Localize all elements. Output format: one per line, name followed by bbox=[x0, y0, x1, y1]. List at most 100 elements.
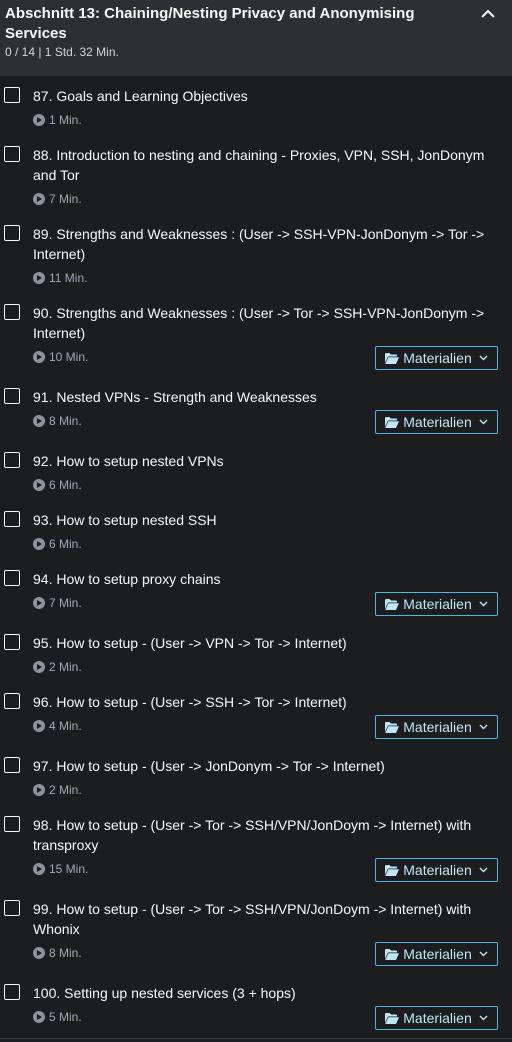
resources-dropdown-button[interactable]: Materialien bbox=[375, 592, 498, 616]
resources-label: Materialien bbox=[403, 350, 472, 366]
lecture-duration-text: 11 Min. bbox=[49, 271, 88, 285]
play-circle-icon bbox=[33, 193, 45, 205]
play-circle-icon bbox=[33, 415, 45, 427]
divider bbox=[0, 1038, 512, 1039]
lecture-complete-checkbox[interactable] bbox=[4, 146, 20, 162]
lecture-duration-text: 2 Min. bbox=[49, 660, 82, 674]
lecture-duration-text: 15 Min. bbox=[49, 862, 89, 876]
lecture-complete-checkbox[interactable] bbox=[4, 693, 20, 709]
lecture-duration: 7 Min. bbox=[33, 192, 82, 206]
resources-label: Materialien bbox=[403, 862, 472, 878]
lecture-complete-checkbox[interactable] bbox=[4, 900, 20, 916]
resources-dropdown-button[interactable]: Materialien bbox=[375, 410, 498, 434]
lecture-duration: 8 Min. bbox=[33, 414, 82, 428]
lecture-title[interactable]: 100. Setting up nested services (3 + hop… bbox=[33, 983, 490, 1003]
lecture-title[interactable]: 87. Goals and Learning Objectives bbox=[33, 86, 490, 106]
chevron-up-icon[interactable] bbox=[478, 6, 498, 22]
chevron-down-icon bbox=[479, 724, 488, 730]
lecture-duration: 8 Min. bbox=[33, 946, 82, 960]
play-circle-icon bbox=[33, 538, 45, 550]
lecture-complete-checkbox[interactable] bbox=[4, 816, 20, 832]
lecture-title[interactable]: 97. How to setup - (User -> JonDonym -> … bbox=[33, 756, 490, 776]
lecture-duration: 4 Min. bbox=[33, 719, 82, 733]
lecture-duration: 10 Min. bbox=[33, 350, 88, 364]
chevron-down-icon bbox=[479, 867, 488, 873]
lecture-complete-checkbox[interactable] bbox=[4, 511, 20, 527]
lecture-complete-checkbox[interactable] bbox=[4, 634, 20, 650]
resources-label: Materialien bbox=[403, 596, 472, 612]
resources-dropdown-button[interactable]: Materialien bbox=[375, 942, 498, 966]
lecture-duration: 6 Min. bbox=[33, 537, 82, 551]
lecture-title[interactable]: 98. How to setup - (User -> Tor -> SSH/V… bbox=[33, 815, 490, 855]
play-circle-icon bbox=[33, 114, 45, 126]
lecture-duration-text: 6 Min. bbox=[49, 478, 82, 492]
play-circle-icon bbox=[33, 351, 45, 363]
play-circle-icon bbox=[33, 661, 45, 673]
lecture-duration: 1 Min. bbox=[33, 113, 82, 127]
section-progress: 0 / 14 | 1 Std. 32 Min. bbox=[5, 45, 119, 59]
lecture-complete-checkbox[interactable] bbox=[4, 388, 20, 404]
folder-open-icon bbox=[385, 352, 400, 364]
section-title: Abschnitt 13: Chaining/Nesting Privacy a… bbox=[5, 5, 415, 42]
lecture-title[interactable]: 88. Introduction to nesting and chaining… bbox=[33, 145, 490, 185]
lecture-duration-text: 8 Min. bbox=[49, 946, 82, 960]
lecture-duration: 7 Min. bbox=[33, 596, 82, 610]
play-circle-icon bbox=[33, 597, 45, 609]
chevron-down-icon bbox=[479, 601, 488, 607]
lecture-title[interactable]: 92. How to setup nested VPNs bbox=[33, 451, 490, 471]
section-header[interactable]: Abschnitt 13: Chaining/Nesting Privacy a… bbox=[0, 0, 512, 76]
lecture-duration-text: 7 Min. bbox=[49, 192, 82, 206]
play-circle-icon bbox=[33, 863, 45, 875]
play-circle-icon bbox=[33, 784, 45, 796]
lecture-duration-text: 2 Min. bbox=[49, 783, 82, 797]
lecture-complete-checkbox[interactable] bbox=[4, 984, 20, 1000]
resources-label: Materialien bbox=[403, 414, 472, 430]
folder-open-icon bbox=[385, 721, 400, 733]
lecture-title[interactable]: 89. Strengths and Weaknesses : (User -> … bbox=[33, 224, 490, 264]
lecture-duration: 11 Min. bbox=[33, 271, 87, 285]
lecture-title[interactable]: 94. How to setup proxy chains bbox=[33, 569, 490, 589]
lecture-complete-checkbox[interactable] bbox=[4, 757, 20, 773]
resources-dropdown-button[interactable]: Materialien bbox=[375, 715, 498, 739]
chevron-down-icon bbox=[479, 951, 488, 957]
lecture-duration-text: 1 Min. bbox=[49, 113, 82, 127]
resources-dropdown-button[interactable]: Materialien bbox=[375, 346, 498, 370]
lecture-duration-text: 10 Min. bbox=[49, 350, 89, 364]
play-circle-icon bbox=[33, 1011, 45, 1023]
lecture-duration: 2 Min. bbox=[33, 660, 82, 674]
lecture-complete-checkbox[interactable] bbox=[4, 225, 20, 241]
lecture-title[interactable]: 93. How to setup nested SSH bbox=[33, 510, 490, 530]
folder-open-icon bbox=[385, 598, 400, 610]
lecture-title[interactable]: 99. How to setup - (User -> Tor -> SSH/V… bbox=[33, 899, 490, 939]
lecture-title[interactable]: 96. How to setup - (User -> SSH -> Tor -… bbox=[33, 692, 490, 712]
lecture-title[interactable]: 95. How to setup - (User -> VPN -> Tor -… bbox=[33, 633, 490, 653]
chevron-down-icon bbox=[479, 355, 488, 361]
lecture-duration-text: 4 Min. bbox=[49, 719, 82, 733]
folder-open-icon bbox=[385, 1012, 400, 1024]
lecture-duration-text: 5 Min. bbox=[49, 1010, 82, 1024]
lecture-complete-checkbox[interactable] bbox=[4, 570, 20, 586]
resources-label: Materialien bbox=[403, 719, 472, 735]
resources-dropdown-button[interactable]: Materialien bbox=[375, 1006, 498, 1030]
lecture-complete-checkbox[interactable] bbox=[4, 452, 20, 468]
lecture-duration: 15 Min. bbox=[33, 862, 88, 876]
lecture-duration: 2 Min. bbox=[33, 783, 82, 797]
lecture-duration-text: 6 Min. bbox=[49, 537, 82, 551]
play-circle-icon bbox=[33, 720, 45, 732]
resources-label: Materialien bbox=[403, 946, 472, 962]
lecture-complete-checkbox[interactable] bbox=[4, 87, 20, 103]
lecture-complete-checkbox[interactable] bbox=[4, 304, 20, 320]
lecture-duration: 6 Min. bbox=[33, 478, 82, 492]
lecture-duration-text: 8 Min. bbox=[49, 414, 82, 428]
folder-open-icon bbox=[385, 416, 400, 428]
play-circle-icon bbox=[33, 947, 45, 959]
resources-label: Materialien bbox=[403, 1010, 472, 1026]
folder-open-icon bbox=[385, 864, 400, 876]
lecture-title[interactable]: 91. Nested VPNs - Strength and Weaknesse… bbox=[33, 387, 490, 407]
play-circle-icon bbox=[33, 272, 45, 284]
lecture-title[interactable]: 90. Strengths and Weaknesses : (User -> … bbox=[33, 303, 490, 343]
folder-open-icon bbox=[385, 948, 400, 960]
chevron-down-icon bbox=[479, 1015, 488, 1021]
resources-dropdown-button[interactable]: Materialien bbox=[375, 858, 498, 882]
lecture-duration-text: 7 Min. bbox=[49, 596, 82, 610]
